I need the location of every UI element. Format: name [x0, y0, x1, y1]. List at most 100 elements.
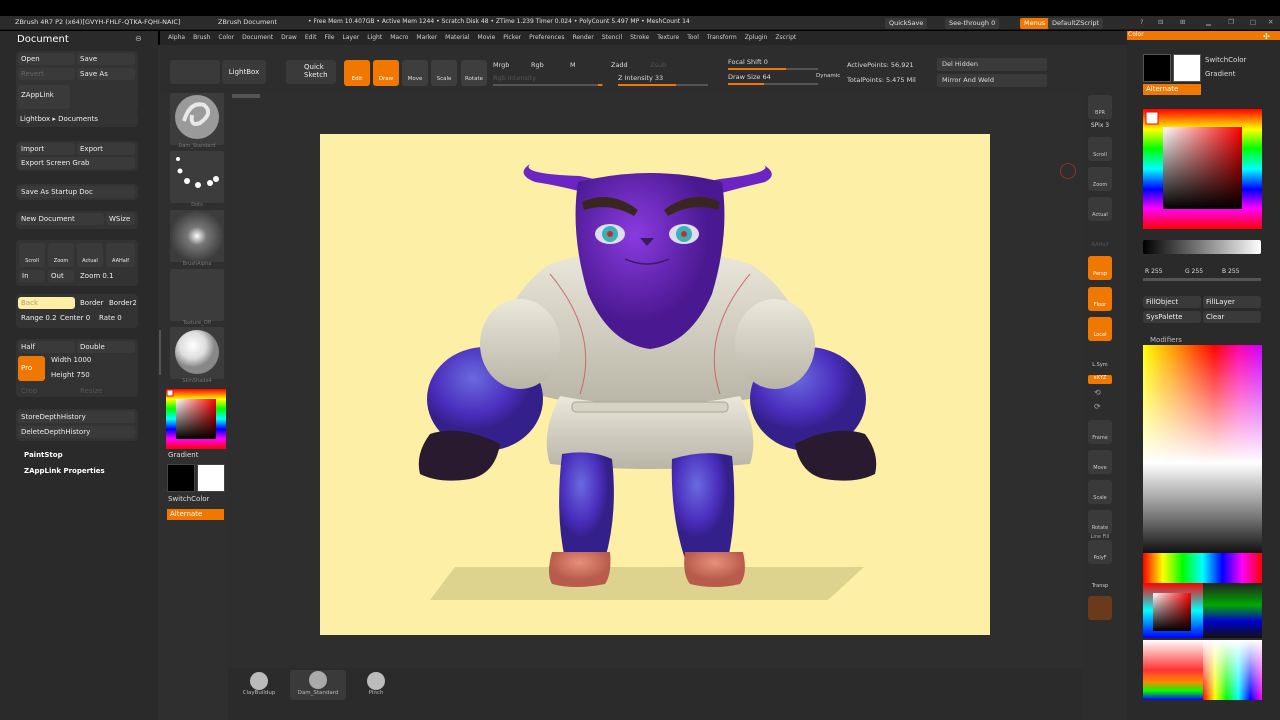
- half-button[interactable]: Half: [18, 341, 75, 353]
- aahalf-view-button[interactable]: AAHalf: [1088, 227, 1112, 251]
- menu-item-stroke[interactable]: Stroke: [630, 34, 649, 41]
- pro-button[interactable]: Pro: [18, 356, 45, 381]
- edit-mode-button[interactable]: Edit: [344, 60, 370, 86]
- texture-thumbnail[interactable]: [170, 269, 224, 321]
- minimize-icon[interactable]: ▁: [1206, 18, 1211, 26]
- menu-item-transform[interactable]: Transform: [707, 34, 737, 41]
- palette-move-icon[interactable]: ✣: [1263, 32, 1270, 41]
- export-button[interactable]: Export: [77, 143, 135, 155]
- move-view-button[interactable]: Move: [1088, 450, 1112, 474]
- mrgb-button[interactable]: Mrgb: [493, 61, 509, 69]
- menu-item-file[interactable]: File: [324, 34, 334, 41]
- switch-color-button[interactable]: SwitchColor: [168, 495, 209, 503]
- projection-master-button[interactable]: [170, 60, 220, 84]
- menu-item-zscript[interactable]: Zscript: [775, 34, 796, 41]
- clear-button[interactable]: Clear: [1203, 311, 1261, 323]
- secondary-color-swatch-right[interactable]: [1173, 54, 1201, 82]
- wsize-button[interactable]: WSize: [106, 213, 135, 225]
- import-button[interactable]: Import: [18, 143, 75, 155]
- rotate-view-button[interactable]: Rotate: [1088, 510, 1112, 534]
- menu-item-edit[interactable]: Edit: [305, 34, 317, 41]
- draw-size-slider[interactable]: Draw Size 64: [728, 73, 771, 81]
- canvas-scroll-indicator[interactable]: [232, 94, 260, 98]
- alternate-right-button[interactable]: Alternate: [1143, 84, 1201, 95]
- xyz-button[interactable]: xXYZ: [1088, 375, 1112, 384]
- green-slider[interactable]: G 255: [1185, 268, 1203, 275]
- persp-button[interactable]: Persp: [1088, 256, 1112, 280]
- range-slider[interactable]: Range 0.2: [18, 312, 58, 324]
- scroll-button[interactable]: Scroll: [19, 243, 45, 267]
- mini-picker-left[interactable]: [1143, 583, 1203, 638]
- menu-item-marker[interactable]: Marker: [416, 34, 437, 41]
- mirror-and-weld-button[interactable]: Mirror And Weld: [937, 74, 1047, 87]
- large-color-picker[interactable]: [1143, 109, 1262, 229]
- menu-item-document[interactable]: Document: [242, 34, 273, 41]
- filllayer-button[interactable]: FillLayer: [1203, 296, 1261, 308]
- alpha-thumbnail[interactable]: [170, 210, 224, 262]
- hue-strip[interactable]: [1143, 553, 1262, 583]
- draw-mode-button[interactable]: Draw: [373, 60, 399, 86]
- save-as-button[interactable]: Save As: [77, 68, 135, 80]
- z-intensity-slider[interactable]: Z Intensity 33: [618, 74, 663, 82]
- save-button[interactable]: Save: [77, 53, 135, 65]
- focal-shift-track[interactable]: [728, 68, 818, 70]
- value-gradient-field[interactable]: [1143, 463, 1262, 553]
- zapplink-properties-menu[interactable]: ZAppLink Properties: [24, 467, 105, 475]
- switchcolor-right-button[interactable]: SwitchColor: [1205, 56, 1246, 64]
- menus-button[interactable]: Menus: [1020, 18, 1050, 29]
- help-icon[interactable]: ?: [1140, 18, 1143, 26]
- menu-item-draw[interactable]: Draw: [281, 34, 297, 41]
- actual-view-button[interactable]: Actual: [1088, 197, 1112, 221]
- paintstop-menu[interactable]: PaintStop: [24, 451, 63, 459]
- move-mode-button[interactable]: Move: [402, 60, 428, 86]
- modifiers-header[interactable]: Modifiers: [1150, 336, 1182, 344]
- menu-item-macro[interactable]: Macro: [390, 34, 408, 41]
- menu-item-color[interactable]: Color: [218, 34, 234, 41]
- gradient-toggle[interactable]: Gradient: [168, 451, 198, 459]
- document-canvas[interactable]: [320, 134, 990, 635]
- tray-divider[interactable]: [159, 330, 161, 375]
- open-button[interactable]: Open: [18, 53, 75, 65]
- menu-item-tool[interactable]: Tool: [687, 34, 699, 41]
- stroke-thumbnail[interactable]: [170, 151, 224, 203]
- mini-gradient-right[interactable]: [1203, 640, 1262, 700]
- bpr-button[interactable]: BPR: [1088, 95, 1112, 119]
- save-as-startup-button[interactable]: Save As Startup Doc: [18, 186, 135, 198]
- rate-slider[interactable]: Rate 0: [96, 312, 136, 324]
- restore-icon[interactable]: ❐: [1228, 18, 1234, 26]
- palette-icon[interactable]: ⊞: [1180, 18, 1185, 26]
- red-slider[interactable]: R 255: [1145, 268, 1163, 275]
- layout-icon[interactable]: ⊟: [1158, 18, 1163, 26]
- secondary-color-swatch[interactable]: [197, 464, 225, 492]
- revert-button[interactable]: Revert: [18, 68, 75, 80]
- brightness-slider[interactable]: [1143, 240, 1261, 254]
- zoom-view-button[interactable]: Zoom: [1088, 167, 1112, 191]
- back-color-swatch[interactable]: Back: [18, 297, 75, 309]
- rotate-z-icon[interactable]: ⟳: [1094, 402, 1101, 411]
- border-button[interactable]: Border: [77, 297, 105, 309]
- floor-button[interactable]: Floor: [1088, 287, 1112, 311]
- mini-picker-right[interactable]: [1203, 583, 1262, 638]
- quicksave-button[interactable]: QuickSave: [885, 18, 928, 29]
- store-depth-history-button[interactable]: StoreDepthHistory: [18, 411, 135, 423]
- zoom-out-button[interactable]: Out: [48, 270, 74, 282]
- zapplink-button[interactable]: ZAppLink: [18, 85, 70, 109]
- color-picker[interactable]: [166, 389, 226, 449]
- local-button[interactable]: Local: [1088, 317, 1112, 341]
- polyf-button[interactable]: PolyF: [1088, 540, 1112, 564]
- menu-item-stencil[interactable]: Stencil: [602, 34, 622, 41]
- zoom-button[interactable]: Zoom: [48, 243, 74, 267]
- transp-button[interactable]: Transp: [1088, 568, 1112, 592]
- resize-button[interactable]: Resize: [77, 385, 117, 397]
- scale-mode-button[interactable]: Scale: [431, 60, 457, 86]
- mini-gradient-left[interactable]: [1143, 640, 1203, 700]
- frame-button[interactable]: Frame: [1088, 420, 1112, 444]
- z-intensity-track[interactable]: [618, 84, 708, 86]
- rgb-intensity-track[interactable]: [493, 84, 603, 86]
- zoom-in-button[interactable]: In: [19, 270, 45, 282]
- rotate-mode-button[interactable]: Rotate: [461, 60, 487, 86]
- close-icon[interactable]: ✕: [1268, 18, 1273, 26]
- modifier-color-field[interactable]: [1143, 345, 1262, 463]
- color-palette-title[interactable]: Color: [1127, 31, 1280, 40]
- menu-item-picker[interactable]: Picker: [503, 34, 521, 41]
